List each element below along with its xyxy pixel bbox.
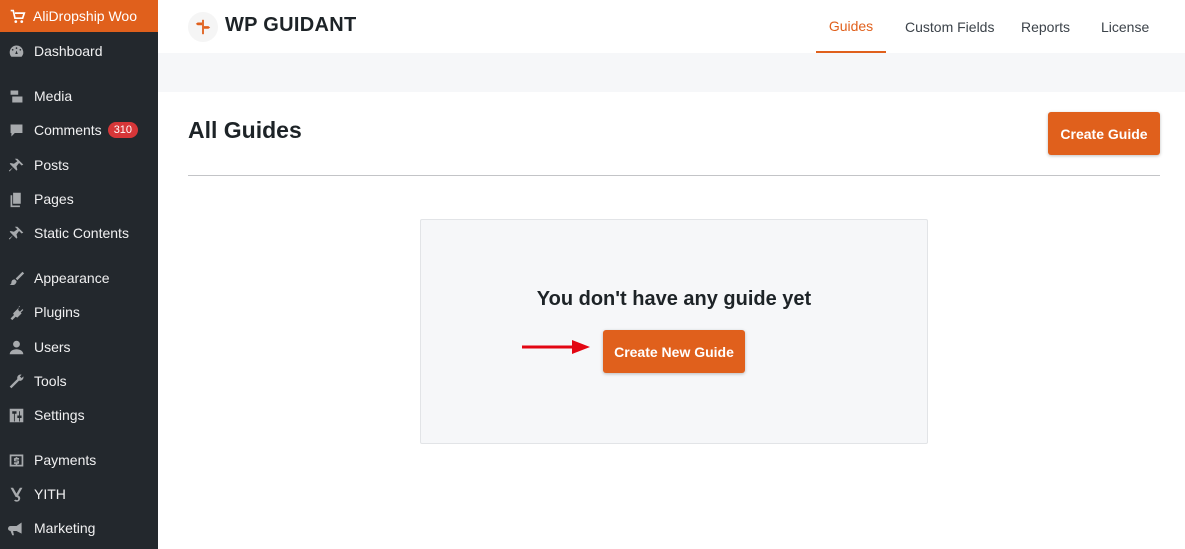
pin-icon bbox=[6, 155, 26, 175]
yith-icon bbox=[6, 484, 26, 504]
tab-custom-fields[interactable]: Custom Fields bbox=[905, 0, 994, 53]
guidant-logo-icon bbox=[188, 12, 218, 42]
wrench-icon bbox=[6, 371, 26, 391]
sidebar-item-label: AliDropship Woo bbox=[33, 8, 138, 24]
sidebar-item-label: Plugins bbox=[34, 304, 80, 320]
divider bbox=[188, 175, 1160, 176]
dollar-icon bbox=[6, 450, 26, 470]
sub-header-bar bbox=[158, 53, 1185, 92]
media-icon bbox=[6, 86, 26, 106]
sidebar-item-label: Users bbox=[34, 339, 71, 355]
sidebar-item-label: YITH bbox=[34, 486, 66, 502]
comments-icon bbox=[6, 120, 26, 140]
comments-count-badge: 310 bbox=[107, 122, 139, 138]
pages-icon bbox=[6, 189, 26, 209]
sidebar-item-tools[interactable]: Tools bbox=[0, 366, 158, 396]
plugin-icon bbox=[6, 302, 26, 322]
tab-guides[interactable]: Guides bbox=[816, 0, 886, 53]
brush-icon bbox=[6, 268, 26, 288]
sidebar-item-appearance[interactable]: Appearance bbox=[0, 263, 158, 293]
users-icon bbox=[6, 337, 26, 357]
dashboard-icon bbox=[6, 41, 26, 61]
settings-icon bbox=[6, 405, 26, 425]
sidebar-item-payments[interactable]: Payments bbox=[0, 445, 158, 475]
brand-name: WP GUIDANT bbox=[225, 14, 357, 36]
pin-icon bbox=[6, 223, 26, 243]
sidebar-item-media[interactable]: Media bbox=[0, 81, 158, 111]
sidebar-item-alidropship[interactable]: AliDropship Woo bbox=[0, 0, 158, 32]
sidebar-item-marketing[interactable]: Marketing bbox=[0, 513, 158, 543]
sidebar-item-settings[interactable]: Settings bbox=[0, 400, 158, 430]
sidebar-item-label: Comments bbox=[34, 122, 102, 138]
create-new-guide-button[interactable]: Create New Guide bbox=[603, 330, 745, 373]
cart-icon bbox=[7, 6, 27, 26]
sidebar-item-label: Pages bbox=[34, 191, 74, 207]
sidebar-item-label: Static Contents bbox=[34, 225, 129, 241]
page-title: All Guides bbox=[188, 117, 302, 143]
create-guide-button[interactable]: Create Guide bbox=[1048, 112, 1160, 155]
sidebar-item-label: Marketing bbox=[34, 520, 96, 536]
red-arrow-icon bbox=[522, 340, 590, 354]
empty-state-message: You don't have any guide yet bbox=[536, 288, 812, 310]
sidebar-item-label: Appearance bbox=[34, 270, 110, 286]
sidebar-item-pages[interactable]: Pages bbox=[0, 184, 158, 214]
sidebar-item-posts[interactable]: Posts bbox=[0, 150, 158, 180]
sidebar-item-users[interactable]: Users bbox=[0, 332, 158, 362]
sidebar-item-dashboard[interactable]: Dashboard bbox=[0, 36, 158, 66]
empty-state-panel: You don't have any guide yet Create New … bbox=[420, 219, 928, 444]
sidebar-item-label: Posts bbox=[34, 157, 70, 173]
plugin-header: WP GUIDANT Guides Custom Fields Reports … bbox=[158, 0, 1185, 53]
megaphone-icon bbox=[6, 518, 26, 538]
sidebar-item-plugins[interactable]: Plugins bbox=[0, 297, 158, 327]
sidebar-item-label: Tools bbox=[34, 373, 67, 389]
admin-sidebar: AliDropship Woo Dashboard Media Comments… bbox=[0, 0, 158, 549]
sidebar-item-label: Payments bbox=[34, 452, 97, 468]
sidebar-item-label: Dashboard bbox=[34, 43, 103, 59]
sidebar-item-label: Settings bbox=[34, 407, 85, 423]
tab-license[interactable]: License bbox=[1101, 0, 1149, 53]
sidebar-item-comments[interactable]: Comments 310 bbox=[0, 115, 158, 145]
sidebar-item-label: Media bbox=[34, 88, 73, 104]
sidebar-item-static-contents[interactable]: Static Contents bbox=[0, 218, 158, 248]
sidebar-item-yith[interactable]: YITH bbox=[0, 479, 158, 509]
tab-reports[interactable]: Reports bbox=[1021, 0, 1070, 53]
